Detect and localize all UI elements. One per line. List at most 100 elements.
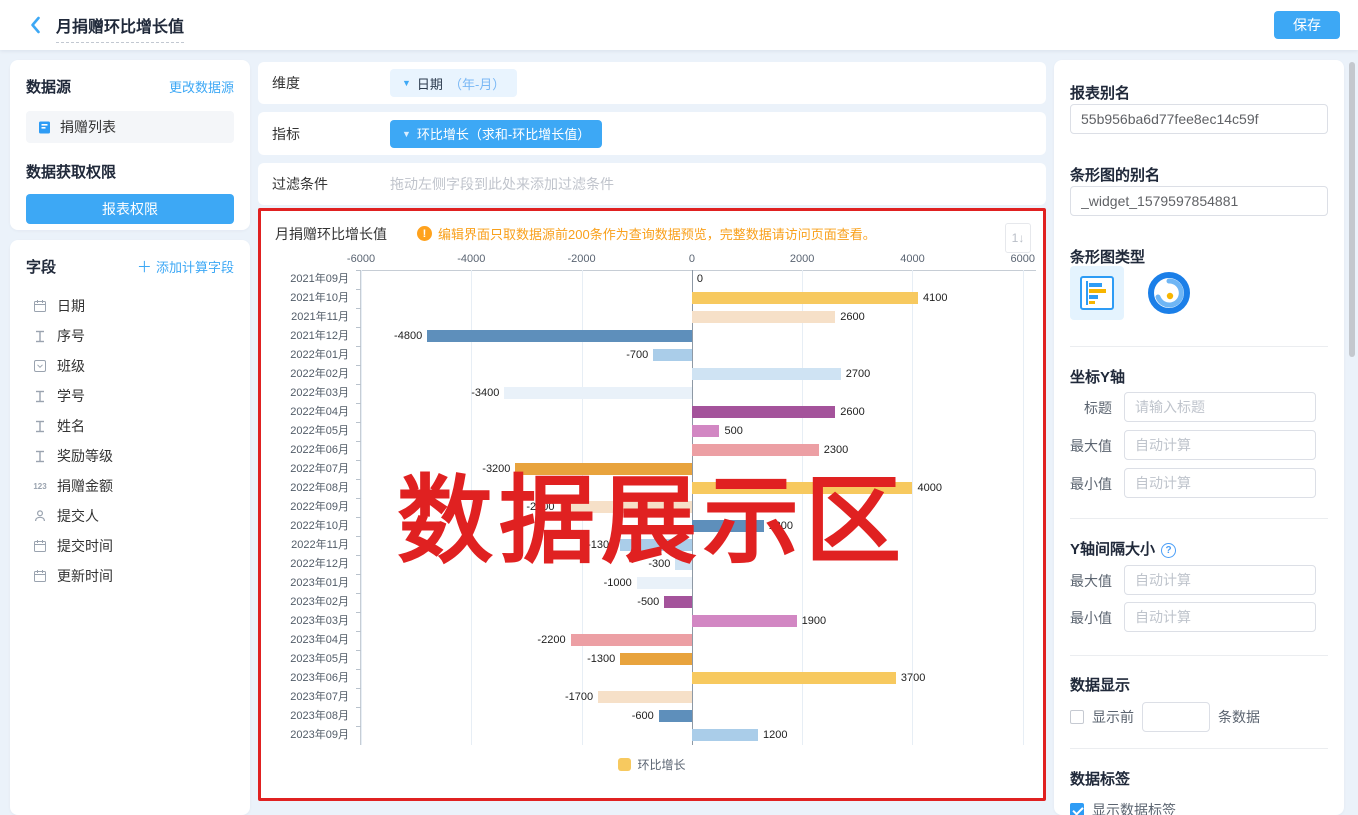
bar-row: -2200: [361, 631, 1036, 650]
bar-value-label: 0: [697, 273, 703, 286]
bar-value-label: -3400: [471, 387, 499, 400]
bar: [560, 501, 692, 513]
field-item[interactable]: 奖励等级: [26, 441, 234, 471]
data-label-title: 数据标签: [1070, 768, 1130, 789]
x-tick-label: 2000: [790, 253, 814, 265]
bar: [692, 311, 835, 323]
field-item[interactable]: 学号: [26, 381, 234, 411]
row-count-input[interactable]: [1142, 702, 1210, 732]
bar-chart-type-icon[interactable]: [1070, 266, 1124, 320]
save-button[interactable]: 保存: [1274, 11, 1340, 39]
bar-value-label: 2600: [840, 406, 864, 419]
calendar-icon: [32, 539, 48, 553]
bar-value-label: 2600: [840, 311, 864, 324]
y-category-label: 2023年02月: [261, 593, 355, 612]
preview-warning: ! 编辑界面只取数据源前200条作为查询数据预览，完整数据请访问页面查看。: [417, 224, 876, 243]
back-icon[interactable]: [24, 13, 48, 37]
bar-row: -600: [361, 707, 1036, 726]
filter-label: 过滤条件: [272, 174, 390, 194]
help-icon[interactable]: ?: [1161, 543, 1176, 558]
bar: [664, 596, 692, 608]
sort-toggle-icon[interactable]: 1↓: [1005, 223, 1031, 253]
chevron-down-icon: ▼: [402, 129, 411, 139]
field-item[interactable]: 日期: [26, 291, 234, 321]
filter-placeholder: 拖动左侧字段到此处来添加过滤条件: [390, 174, 614, 194]
number-icon: 123: [32, 482, 48, 491]
bar-row: -3400: [361, 384, 1036, 403]
show-first-label: 显示前: [1092, 707, 1134, 727]
datasource-name: 捐赠列表: [60, 117, 116, 137]
bar-value-label: 2300: [824, 444, 848, 457]
metric-pill[interactable]: ▼ 环比增长（求和-环比增长值）: [390, 120, 602, 148]
page-title: 月捐赠环比增长值: [56, 13, 184, 43]
y-category-label: 2023年01月: [261, 574, 355, 593]
field-item[interactable]: 序号: [26, 321, 234, 351]
field-item[interactable]: 更新时间: [26, 561, 234, 591]
bar: [659, 710, 692, 722]
show-first-checkbox[interactable]: [1070, 710, 1084, 724]
field-item[interactable]: 姓名: [26, 411, 234, 441]
settings-panel: 报表别名 条形图的别名 条形图类型 坐标Y轴 标题 最大值 最小值 Y轴间隔大小…: [1054, 60, 1344, 815]
dimension-pill[interactable]: ▼ 日期（年-月）: [390, 69, 517, 97]
field-item[interactable]: 123捐赠金额: [26, 471, 234, 501]
calendar-icon: [32, 299, 48, 313]
scrollbar[interactable]: [1349, 62, 1355, 357]
bar: [692, 425, 720, 437]
text-icon: [32, 420, 48, 433]
bar-value-label: -4800: [394, 330, 422, 343]
interval-min-input[interactable]: [1124, 602, 1316, 632]
field-item[interactable]: 提交时间: [26, 531, 234, 561]
change-datasource-link[interactable]: 更改数据源: [169, 77, 234, 96]
bar-row: -4800: [361, 327, 1036, 346]
y-category-label: 2021年10月: [261, 289, 355, 308]
y-category-label: 2022年01月: [261, 346, 355, 365]
datasource-item[interactable]: 捐赠列表: [26, 111, 234, 143]
person-icon: [32, 509, 48, 523]
bar-value-label: -700: [626, 349, 648, 362]
bar-plot-area: -6000-4000-20000200040006000041002600-48…: [360, 270, 1036, 745]
y-min-input[interactable]: [1124, 468, 1316, 498]
bar-value-label: 4100: [923, 292, 947, 305]
interval-max-input[interactable]: [1124, 565, 1316, 595]
text-icon: [32, 450, 48, 463]
field-item[interactable]: 班级: [26, 351, 234, 381]
dimension-row: 维度 ▼ 日期（年-月）: [258, 62, 1046, 104]
y-category-label: 2022年10月: [261, 517, 355, 536]
bar-value-label: 3700: [901, 672, 925, 685]
y-category-label: 2022年12月: [261, 555, 355, 574]
bar-row: 2600: [361, 308, 1036, 327]
y-category-label: 2023年05月: [261, 650, 355, 669]
bar-row: 1300: [361, 517, 1036, 536]
field-item[interactable]: 提交人: [26, 501, 234, 531]
x-tick-label: 0: [689, 253, 695, 265]
data-display-title: 数据显示: [1070, 674, 1130, 695]
report-alias-input[interactable]: [1070, 104, 1328, 134]
y-max-input[interactable]: [1124, 430, 1316, 460]
bar-value-label: -1300: [587, 653, 615, 666]
bar: [620, 539, 692, 551]
bar: [692, 444, 819, 456]
bar-row: 2600: [361, 403, 1036, 422]
radial-chart-type-icon[interactable]: [1142, 266, 1196, 320]
bar: [598, 691, 692, 703]
widget-alias-input[interactable]: [1070, 186, 1328, 216]
filter-row[interactable]: 过滤条件 拖动左侧字段到此处来添加过滤条件: [258, 163, 1046, 205]
document-icon: [36, 120, 52, 135]
show-data-label-checkbox[interactable]: [1070, 803, 1084, 815]
y-category-label: 2021年11月: [261, 308, 355, 327]
calendar-icon: [32, 569, 48, 583]
bar-value-label: -1300: [587, 539, 615, 552]
bar: [427, 330, 692, 342]
y-category-label: 2022年09月: [261, 498, 355, 517]
x-tick-label: -2000: [568, 253, 596, 265]
bar: [637, 577, 692, 589]
report-permission-button[interactable]: 报表权限: [26, 194, 234, 224]
rows-suffix-label: 条数据: [1218, 707, 1260, 727]
bar-value-label: 1200: [763, 729, 787, 742]
bar-value-label: 2700: [846, 368, 870, 381]
add-calc-field-link[interactable]: ＋ 添加计算字段: [137, 256, 234, 277]
fields-title: 字段: [26, 256, 56, 277]
bar: [692, 482, 913, 494]
axis-title-input[interactable]: [1124, 392, 1316, 422]
chart-legend[interactable]: 环比增长: [261, 756, 1043, 773]
